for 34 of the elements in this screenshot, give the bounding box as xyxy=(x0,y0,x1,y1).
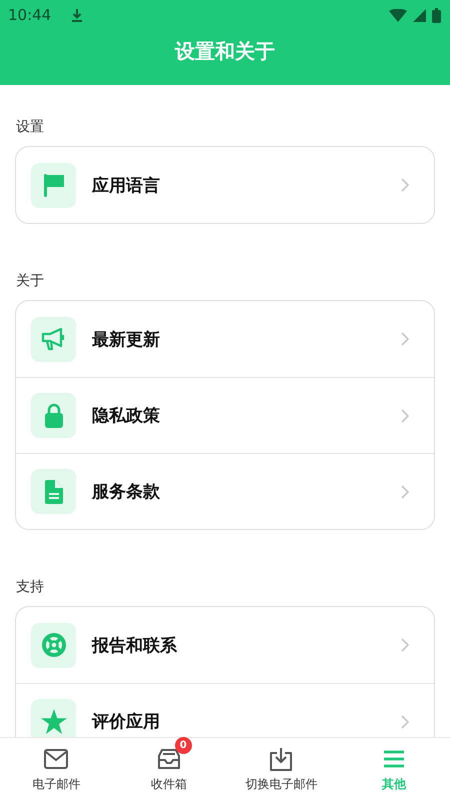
settings-row[interactable]: 服务条款 xyxy=(16,453,434,529)
megaphone-icon xyxy=(40,327,66,351)
nav-tab[interactable]: 切换电子邮件 xyxy=(225,738,338,800)
settings-row[interactable]: 隐私政策 xyxy=(16,377,434,453)
download-tray-icon xyxy=(270,746,292,770)
section-label: 支持 xyxy=(16,578,45,596)
star-icon xyxy=(40,709,66,734)
header-title: 设置和关于 xyxy=(174,38,276,65)
nav-tab[interactable]: 0 收件箱 xyxy=(112,738,225,800)
lifebuoy-icon xyxy=(42,633,66,657)
settings-row[interactable]: 应用语言 xyxy=(16,147,434,223)
chevron-icon xyxy=(401,178,409,192)
section-label: 设置 xyxy=(16,118,45,136)
mail-icon xyxy=(44,748,68,768)
chevron-icon xyxy=(401,484,409,498)
battery-icon xyxy=(432,8,441,22)
settings-row[interactable]: 最新更新 xyxy=(16,301,434,377)
signal-icon xyxy=(413,8,426,22)
flag-icon xyxy=(42,172,64,198)
count-badge: 0 xyxy=(174,736,192,754)
document-icon xyxy=(44,480,62,504)
menu-icon xyxy=(382,750,405,768)
download-icon xyxy=(71,8,84,22)
chevron-icon xyxy=(401,332,409,346)
chevron-icon xyxy=(401,714,409,728)
lock-icon xyxy=(44,403,64,428)
settings-row[interactable]: 报告和联系 xyxy=(16,607,434,683)
status-time: 10:44 xyxy=(8,6,52,24)
chevron-icon xyxy=(401,408,409,422)
section-label: 关于 xyxy=(16,272,45,290)
inbox-icon xyxy=(156,748,182,770)
chevron-icon xyxy=(401,638,409,652)
wifi-icon xyxy=(389,8,407,22)
nav-tab[interactable]: 电子邮件 xyxy=(0,738,112,800)
